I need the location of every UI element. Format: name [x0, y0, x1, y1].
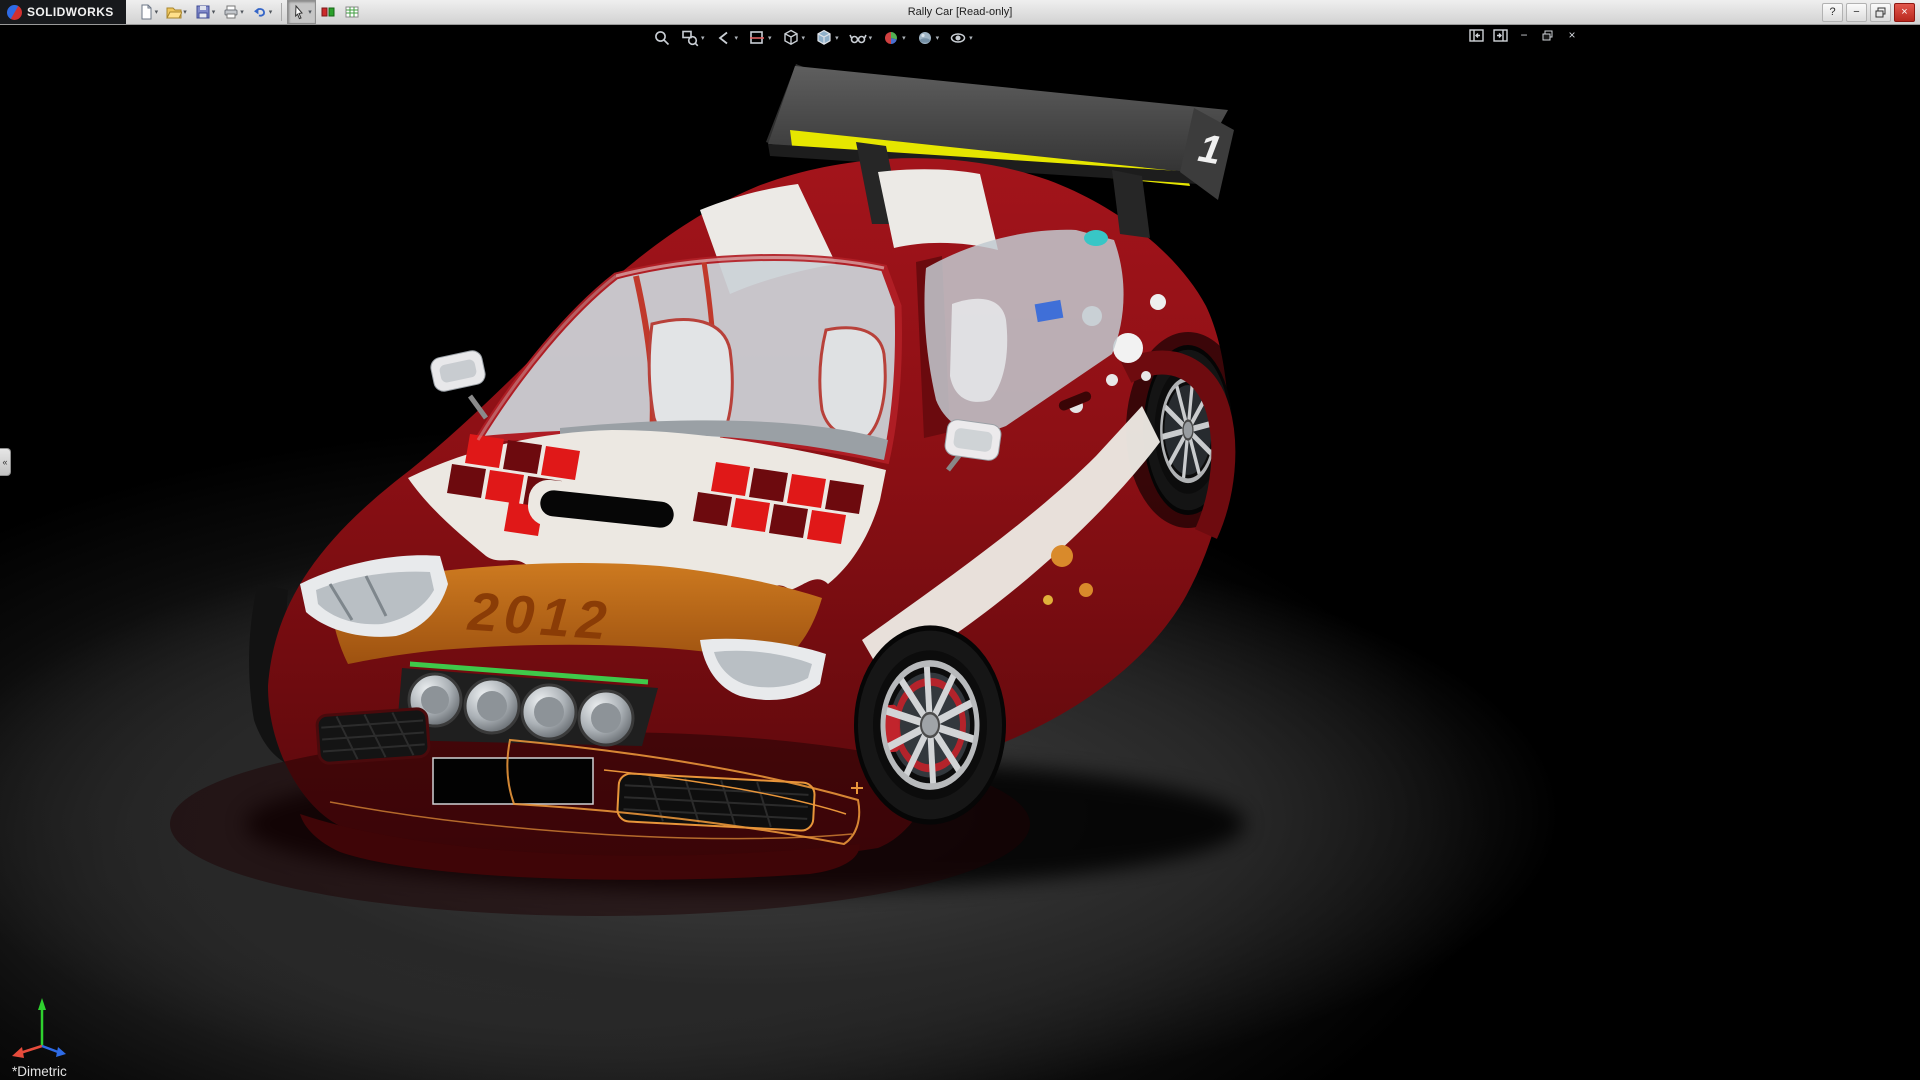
- print-button[interactable]: ▾: [219, 0, 248, 24]
- standard-toolbar: ▾ ▾ ▾ ▾ ▾ ▾: [134, 0, 364, 24]
- section-view-button[interactable]: ▾: [745, 27, 775, 49]
- zoom-to-area-button[interactable]: ▾: [678, 27, 708, 49]
- y-axis-arrow: [38, 998, 46, 1010]
- hide-show-items-button[interactable]: ▾: [846, 27, 876, 49]
- pane-right-button[interactable]: [1492, 27, 1508, 43]
- doc-close-button[interactable]: ×: [1564, 27, 1580, 43]
- select-tool-button[interactable]: ▾: [287, 0, 316, 24]
- cabin-detail: [1084, 230, 1108, 246]
- graphics-area[interactable]: 1: [0, 24, 1920, 1080]
- appearance-sphere-icon: [882, 29, 900, 47]
- scene-sphere-icon: [916, 29, 934, 47]
- minimize-button[interactable]: −: [1846, 3, 1867, 22]
- x-axis-arrow: [12, 1047, 24, 1058]
- brand-text: SOLIDWORKS: [27, 5, 114, 19]
- chevron-down-icon[interactable]: ▾: [240, 8, 244, 16]
- chevron-down-icon[interactable]: ▾: [701, 34, 705, 42]
- solidworks-window: SOLIDWORKS ▾ ▾ ▾ ▾ ▾: [0, 0, 1920, 1080]
- restore-icon: [1875, 7, 1886, 18]
- undo-button[interactable]: ▾: [248, 0, 277, 24]
- chevron-down-icon[interactable]: ▾: [155, 8, 159, 16]
- previous-view-button[interactable]: ▾: [712, 27, 742, 49]
- toolbar-separator: [281, 3, 282, 21]
- pane-left-icon: [1469, 29, 1484, 42]
- feature-manager-collapse-tab[interactable]: «: [0, 448, 11, 476]
- design-table-icon: [344, 4, 360, 20]
- section-view-icon: [748, 29, 766, 47]
- save-button[interactable]: ▾: [191, 0, 220, 24]
- view-orientation-button[interactable]: ▾: [779, 27, 809, 49]
- hood-year-decal: 2012: [465, 582, 614, 652]
- document-window-controls: − ×: [1468, 27, 1580, 43]
- chevron-down-icon[interactable]: ▾: [869, 34, 873, 42]
- doc-restore-icon: [1542, 30, 1554, 41]
- roof-stripe: [878, 169, 998, 250]
- open-folder-icon: [166, 4, 182, 20]
- apply-scene-button[interactable]: ▾: [913, 27, 943, 49]
- close-button[interactable]: ×: [1894, 3, 1915, 22]
- zoom-to-area-icon: [681, 29, 699, 47]
- chevron-down-icon[interactable]: ▾: [802, 34, 806, 42]
- previous-view-icon: [715, 29, 733, 47]
- chevron-down-icon[interactable]: ▾: [735, 34, 739, 42]
- new-document-icon: [138, 4, 154, 20]
- zoom-to-fit-icon: [653, 29, 671, 47]
- color-display-mode-button[interactable]: [316, 0, 340, 24]
- save-icon: [195, 4, 211, 20]
- select-cursor-icon: [291, 4, 307, 20]
- edit-appearance-button[interactable]: ▾: [879, 27, 909, 49]
- print-icon: [223, 4, 239, 20]
- number-plate-blank: [433, 758, 593, 804]
- view-orientation-cube-icon: [782, 29, 800, 47]
- help-button[interactable]: ?: [1822, 3, 1843, 22]
- left-mirror: [429, 349, 487, 418]
- chevron-down-icon[interactable]: ▾: [835, 34, 839, 42]
- pane-right-icon: [1493, 29, 1508, 42]
- zoom-to-fit-button[interactable]: [650, 27, 674, 49]
- bumper-vent-left: [316, 708, 429, 764]
- orientation-triad: [8, 990, 80, 1062]
- chevron-down-icon[interactable]: ▾: [183, 8, 187, 16]
- glasses-icon: [849, 29, 867, 47]
- chevron-down-icon[interactable]: ▾: [969, 34, 973, 42]
- doc-restore-button[interactable]: [1540, 27, 1556, 43]
- chevron-down-icon[interactable]: ▾: [269, 8, 273, 16]
- color-toggle-icon: [320, 4, 336, 20]
- doc-minimize-button[interactable]: −: [1516, 27, 1532, 43]
- chevron-down-icon[interactable]: ▾: [212, 8, 216, 16]
- chevron-down-icon[interactable]: ▾: [308, 8, 312, 16]
- chevron-down-icon[interactable]: ▾: [902, 34, 906, 42]
- display-style-icon: [815, 29, 833, 47]
- headsup-view-toolbar: ▾ ▾ ▾ ▾ ▾ ▾ ▾: [650, 27, 976, 49]
- design-table-button[interactable]: [340, 0, 364, 24]
- rally-car-model[interactable]: 1: [0, 24, 1920, 1080]
- z-axis-arrow: [56, 1047, 66, 1057]
- new-document-button[interactable]: ▾: [134, 0, 163, 24]
- solidworks-logo: SOLIDWORKS: [0, 0, 126, 24]
- view-settings-button[interactable]: ▾: [946, 27, 976, 49]
- view-settings-eye-icon: [949, 29, 967, 47]
- windshield: [478, 258, 899, 460]
- view-orientation-label: *Dimetric: [12, 1064, 67, 1079]
- chevron-down-icon[interactable]: ▾: [936, 34, 940, 42]
- window-controls: ? − ×: [1822, 3, 1920, 22]
- pane-left-button[interactable]: [1468, 27, 1484, 43]
- undo-icon: [252, 4, 268, 20]
- dassault-logo-icon: [7, 5, 22, 20]
- restore-button[interactable]: [1870, 3, 1891, 22]
- racing-seat: [820, 328, 885, 437]
- open-document-button[interactable]: ▾: [162, 0, 191, 24]
- titlebar: SOLIDWORKS ▾ ▾ ▾ ▾ ▾: [0, 0, 1920, 25]
- display-style-button[interactable]: ▾: [812, 27, 842, 49]
- chevron-down-icon[interactable]: ▾: [768, 34, 772, 42]
